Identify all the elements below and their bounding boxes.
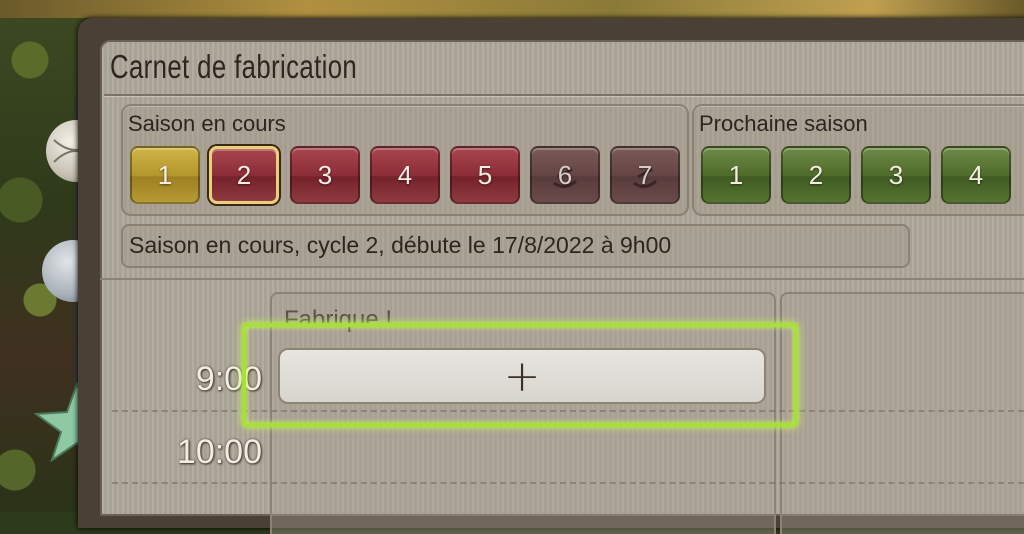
cycle-button-1[interactable]: 1 (130, 146, 200, 204)
focus-highlight (242, 323, 798, 427)
next-cycle-button-2[interactable]: 2 (781, 146, 851, 204)
cycle-number: 3 (888, 159, 904, 190)
next-cycle-button-4[interactable]: 4 (941, 146, 1011, 204)
cycle-button-3[interactable]: 3 (290, 146, 360, 204)
next-cycle-button-3[interactable]: 3 (861, 146, 931, 204)
next-cycle-button-1[interactable]: 1 (701, 146, 771, 204)
cycle-number: 7 (637, 159, 653, 190)
cycle-number: 1 (157, 159, 173, 190)
window-title: Carnet de fabrication (110, 48, 358, 85)
next-season-label: Prochaine saison (699, 111, 868, 136)
cycle-number: 2 (808, 159, 824, 190)
cycle-info-bar: Saison en cours, cycle 2, débute le 17/8… (121, 224, 910, 268)
cycle-button-6[interactable]: 6 (530, 146, 600, 204)
cycle-button-5[interactable]: 5 (450, 146, 520, 204)
cycle-number: 4 (397, 159, 413, 190)
cycle-number: 1 (728, 159, 744, 190)
current-season-label: Saison en cours (128, 111, 286, 136)
cycle-number: 2 (236, 159, 252, 190)
cycle-button-7[interactable]: 7 (610, 146, 680, 204)
cycle-button-2[interactable]: 2 (209, 146, 279, 204)
cycle-number: 6 (557, 159, 573, 190)
cycle-number: 3 (317, 159, 333, 190)
cycle-number: 4 (968, 159, 984, 190)
title-divider (104, 94, 1024, 96)
section-divider (100, 278, 1024, 280)
top-decoration (0, 0, 1024, 18)
hour-gridline (112, 482, 1024, 484)
cycle-number: 5 (477, 159, 493, 190)
time-label-10: 10:00 (176, 433, 262, 471)
workshop-column-2 (780, 292, 1024, 534)
cycle-button-4[interactable]: 4 (370, 146, 440, 204)
